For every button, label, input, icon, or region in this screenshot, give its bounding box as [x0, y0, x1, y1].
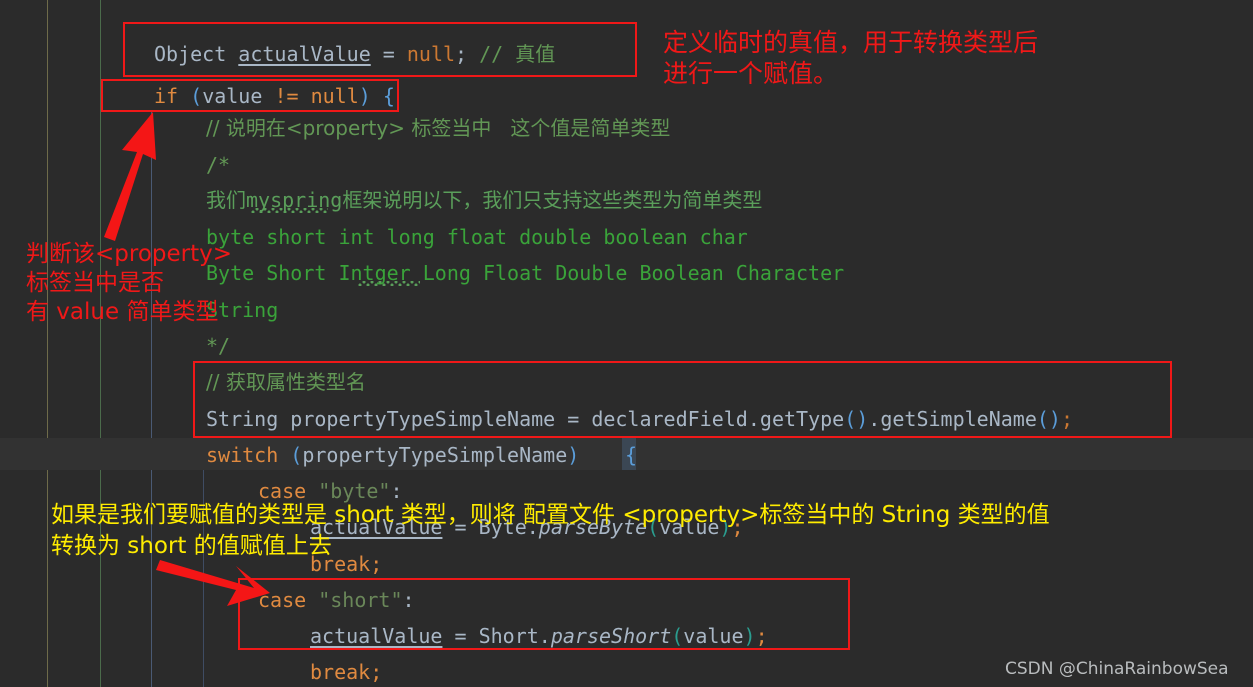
- code-line-switch-brace: {: [625, 443, 638, 467]
- code-line-block-comment-close: */: [206, 334, 231, 358]
- annotation-left-line3: 有 value 简单类型: [26, 298, 219, 325]
- if-value-notnull-box: [101, 79, 399, 112]
- object-actualvalue-box: [123, 22, 637, 77]
- watermark: CSDN @ChinaRainbowSea: [1005, 659, 1229, 679]
- code-line-primitive-types: byte short int long float double boolean…: [206, 225, 748, 249]
- code-line-comment-myspring: 我们myspring框架说明以下，我们只支持这些类型为简单类型: [206, 188, 763, 212]
- annotation-top-right-line2: 进行一个赋值。: [663, 59, 839, 89]
- spellcheck-squiggle-intger: [358, 281, 420, 286]
- annotation-bottom-line2: 转换为 short 的值赋值上去: [51, 533, 332, 560]
- code-line-break-short: break;: [310, 660, 383, 684]
- annotation-left-line2: 标签当中是否: [26, 269, 164, 296]
- annotation-top-right-line1: 定义临时的真值，用于转换类型后: [663, 28, 1039, 57]
- spellcheck-squiggle-myspring: [251, 208, 328, 213]
- screenshot-root: Object actualValue = null; // 真值 if (val…: [0, 0, 1253, 687]
- code-line-wrapper-types: Byte Short Intger Long Float Double Bool…: [206, 261, 845, 285]
- annotation-bottom-line1: 如果是我们要赋值的类型是 short 类型，则将 配置文件 <property>…: [51, 502, 1050, 528]
- code-line-block-comment-open: /*: [206, 153, 231, 177]
- code-line-case-byte: case "byte":: [258, 479, 403, 503]
- annotation-left-line1: 判断该<property>: [26, 241, 233, 267]
- get-property-type-box: [193, 361, 1172, 438]
- annotation-left: 判断该<property> 标签当中是否有 value 简单类型: [26, 240, 232, 326]
- annotation-top-right: 定义临时的真值，用于转换类型后 进行一个赋值。: [663, 27, 1038, 90]
- code-line-switch: switch (propertyTypeSimpleName): [206, 443, 580, 467]
- annotation-bottom: 如果是我们要赋值的类型是 short 类型，则将 配置文件 <property>…: [51, 500, 1050, 562]
- case-short-box: [238, 578, 850, 650]
- code-line-comment-property: // 说明在<property> 标签当中 这个值是简单类型: [206, 116, 671, 140]
